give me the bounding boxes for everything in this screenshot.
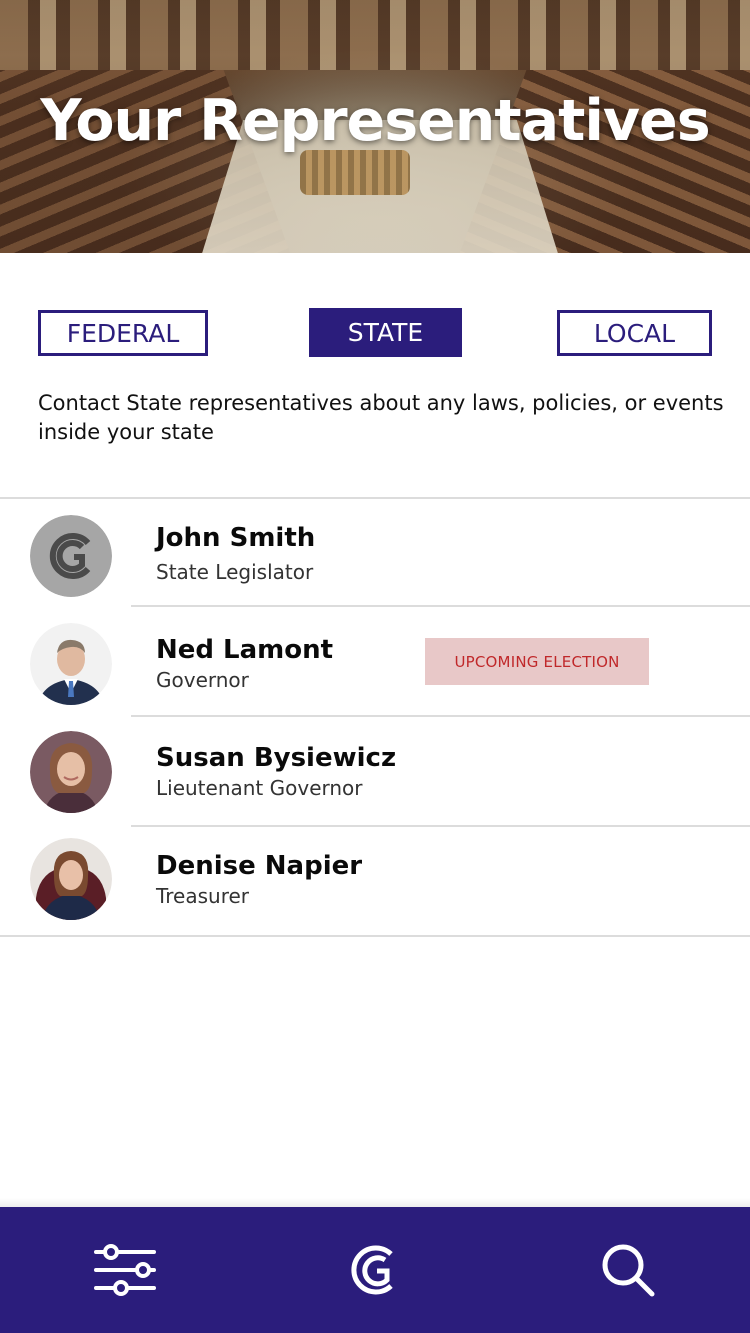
- tab-federal[interactable]: FEDERAL: [38, 310, 208, 356]
- status-badge: UPCOMING ELECTION: [425, 638, 649, 685]
- g-logo-icon: [30, 515, 112, 597]
- sliders-icon: [94, 1244, 156, 1296]
- list-item[interactable]: John Smith State Legislator: [0, 499, 750, 607]
- page-title: Your Representatives: [40, 88, 710, 154]
- home-button[interactable]: [340, 1235, 410, 1305]
- bottom-nav: [0, 1207, 750, 1333]
- rep-name: Denise Napier: [156, 851, 363, 881]
- avatar: [30, 515, 112, 597]
- rep-title: Lieutenant Governor: [156, 776, 363, 800]
- hero-background-windows: [0, 0, 750, 70]
- rep-name: John Smith: [156, 523, 316, 553]
- hero-banner: Your Representatives: [0, 0, 750, 253]
- g-logo-icon: [351, 1245, 393, 1295]
- avatar: [30, 731, 112, 813]
- divider: [0, 935, 750, 937]
- rep-title: Treasurer: [156, 884, 250, 908]
- tab-local[interactable]: LOCAL: [557, 310, 712, 356]
- avatar: [30, 623, 112, 705]
- rep-title: State Legislator: [156, 560, 314, 584]
- search-button[interactable]: [593, 1235, 663, 1305]
- intro-text: Contact State representatives about any …: [38, 391, 724, 444]
- rep-title: Governor: [156, 668, 249, 692]
- rep-name: Ned Lamont: [156, 635, 334, 665]
- rep-name: Susan Bysiewicz: [156, 743, 397, 773]
- avatar: [30, 838, 112, 920]
- filters-button[interactable]: [90, 1235, 160, 1305]
- search-icon: [602, 1244, 655, 1297]
- list-item[interactable]: Susan Bysiewicz Lieutenant Governor: [0, 717, 750, 825]
- hero-background-desk: [300, 150, 410, 195]
- list-item[interactable]: Denise Napier Treasurer: [0, 827, 750, 935]
- tab-state[interactable]: STATE: [309, 308, 462, 357]
